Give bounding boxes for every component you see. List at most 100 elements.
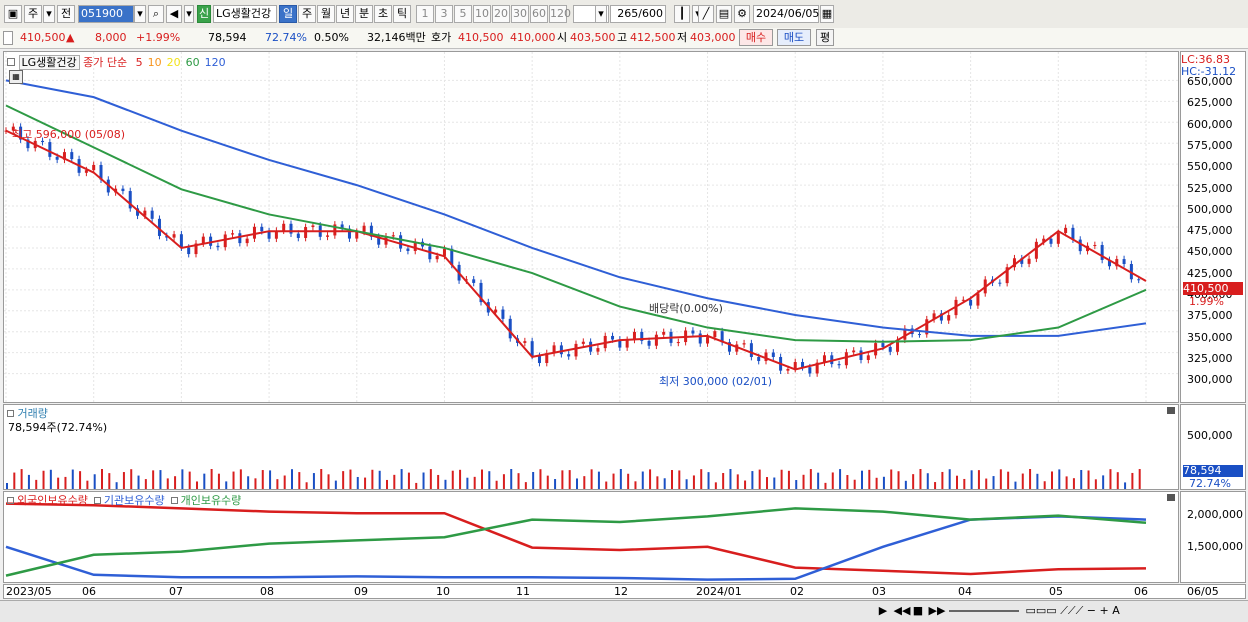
candle [48,142,52,157]
date-input[interactable]: 2024/06/05 [753,5,819,23]
volume-bar [809,469,812,489]
volume-bar [1065,476,1068,489]
timeframe-4[interactable]: 분 [355,5,373,23]
volume-bar [627,473,630,489]
volume-bar [510,469,513,489]
volume-bar [970,470,973,489]
volume-bar [276,479,279,489]
stop-icon[interactable]: ■ [911,604,925,617]
volume-bar [597,471,600,489]
volume-bar [700,469,703,489]
candle [947,315,951,321]
holdings-legend-0: 외국인보유수량 [17,494,88,507]
volume-bar [327,474,330,489]
code-input[interactable]: 051900 [78,5,134,23]
window-icon[interactable]: ▣ [4,5,22,23]
interval-3[interactable]: 3 [435,5,453,23]
volume-bar [210,469,213,489]
zoom-out-icon[interactable]: − [1087,604,1096,617]
x-axis: 2023/05 06 07 08 09 10 11 12 2024/01 02 03 04 05 06 06… [3,584,1246,599]
timeframe-3[interactable]: 년 [336,5,354,23]
timeframe-2[interactable]: 월 [317,5,335,23]
gear-icon[interactable]: ⚙ [734,5,750,23]
interval-1[interactable]: 1 [416,5,434,23]
save-icon[interactable]: ▤ [716,5,732,23]
interval-10[interactable]: 10 [473,5,491,23]
volume-bar [1080,469,1083,489]
x-tick: 04 [958,585,972,598]
candle [1093,245,1097,247]
font-icon[interactable]: A [1112,604,1120,617]
checkbox-icon[interactable] [3,31,13,45]
prev-button[interactable]: 전 [57,5,75,23]
timeframe-5[interactable]: 초 [374,5,392,23]
eval-button[interactable]: 평 [816,29,834,46]
rewind-icon[interactable]: ◀◀ [894,604,911,617]
panel-close-icon[interactable] [1167,494,1175,501]
volume-bar [934,482,937,489]
volume-panel[interactable]: 거래량 78,594주(72.74%) [3,404,1179,490]
play-icon[interactable]: ▶ [876,604,890,617]
panel-close-icon[interactable] [1167,407,1175,414]
draw-icon[interactable]: ╱ [698,5,714,23]
volume-bar [371,469,374,489]
zoom-slider[interactable] [949,610,1019,612]
layout-icon[interactable]: ▭▭▭ [1026,604,1057,617]
volume-bar [305,482,308,489]
timeframe-0[interactable]: 일 [279,5,297,23]
scroll-controls: ▶ ◀◀ ■ ▶▶ ▭▭▭ ⟋⟋⟋ − + A [876,604,1120,618]
interval-30[interactable]: 30 [511,5,529,23]
holdings-panel[interactable]: 외국인보유수량 기관보유수량 개인보유수량 [3,491,1179,583]
timeframe-6[interactable]: 틱 [393,5,411,23]
interval-5[interactable]: 5 [454,5,472,23]
price-tick: 425,000 [1187,266,1233,280]
ma-5-label: 5 [135,56,143,69]
search-icon[interactable]: ⌕ [148,5,164,23]
forward-icon[interactable]: ▶▶ [929,604,946,617]
volume-bar [247,476,250,489]
interval-60[interactable]: 60 [530,5,548,23]
volume-bar [122,472,125,489]
volume-bar [196,481,198,489]
volume-bar [298,472,301,489]
buy-button[interactable]: 매수 [739,29,773,46]
interval-dropdown-icon[interactable]: ▾ [595,5,607,23]
candle [793,362,797,369]
volume-bar [356,476,359,489]
volume-bar [35,479,38,489]
holdings-legend-1: 기관보유수량 [103,494,165,507]
speaker-icon[interactable]: ◀ [166,5,182,23]
volume-bar [1043,481,1046,489]
stock-title[interactable]: LG생활건강 [18,55,80,70]
volume-bar [415,482,418,489]
count-input[interactable]: 265/600 [610,5,666,23]
zoom-in-icon[interactable]: + [1100,604,1109,617]
toolbar: ▣ 주 ▾ 전 051900 ▾ ⌕ ◀ ▾ 신 LG생활건강 일주월년분초틱 … [0,0,1248,29]
low-annotation: 최저 300,000 (02/01) [659,375,773,388]
volume-bar [386,479,388,489]
interval-20[interactable]: 20 [492,5,510,23]
sell-button[interactable]: 매도 [777,29,811,46]
period-button[interactable]: 주 [24,5,42,23]
volume-tick: 500,000 [1187,429,1233,442]
volume-bar [283,475,286,489]
volume-bar [115,482,118,489]
volume-chart [6,469,1141,489]
volume-bar [678,470,681,489]
candle [1049,238,1053,244]
tools-icon[interactable]: ⟋⟋⟋ [1060,604,1083,617]
candle [881,343,885,347]
chevron-down-icon[interactable]: ▾ [43,5,55,23]
timeframe-1[interactable]: 주 [298,5,316,23]
interval-120[interactable]: 120 [549,5,571,23]
price-chart-panel[interactable]: LG생활건강 종가 단순 5 10 20 60 120 ▦ 최고 596,000 (05… [3,51,1179,403]
volume-bar [444,479,447,489]
calendar-icon[interactable]: ▦ [820,5,834,23]
volume-bar [532,471,535,489]
speaker-dropdown-icon[interactable]: ▾ [184,5,194,23]
code-dropdown-icon[interactable]: ▾ [134,5,146,23]
candle-icon[interactable]: ┃ [674,5,690,23]
candle [391,235,395,237]
table-icon[interactable]: ▦ [9,70,23,84]
volume-bar [108,473,111,489]
